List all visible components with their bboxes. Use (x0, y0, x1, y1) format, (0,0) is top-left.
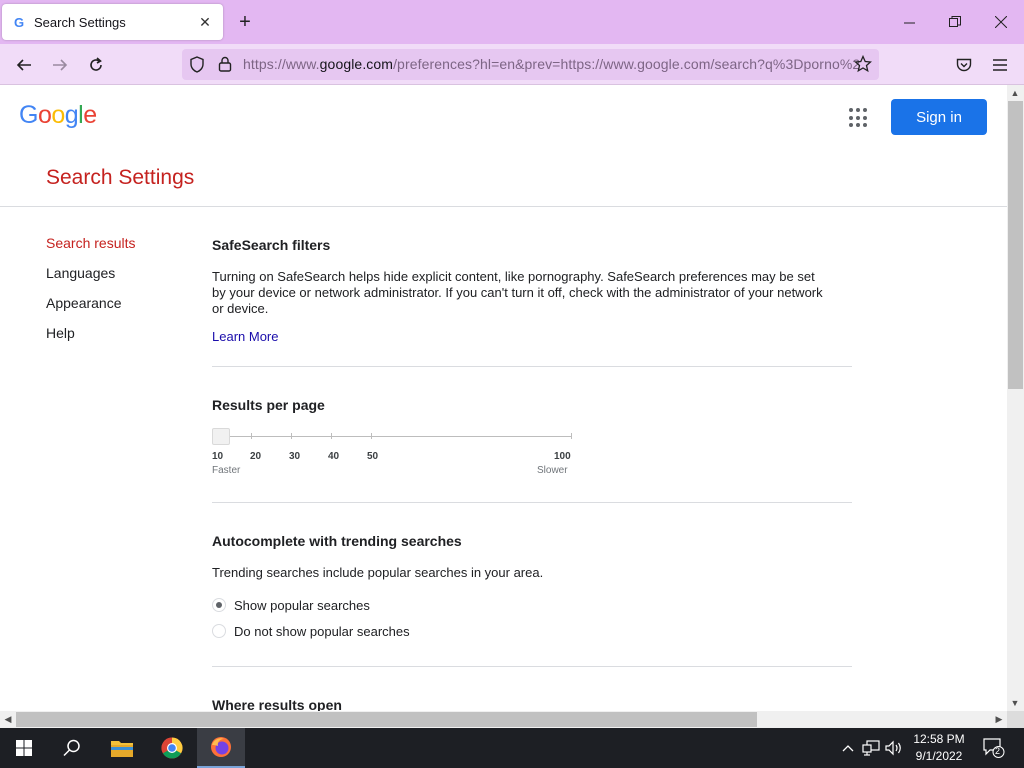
scrollbar-thumb[interactable] (16, 712, 757, 727)
divider (212, 502, 852, 503)
tab-strip: G Search Settings ✕ + (0, 0, 1024, 44)
logo-letter: o (51, 101, 65, 129)
slower-label: Slower (537, 465, 568, 476)
clock-date: 9/1/2022 (915, 749, 963, 763)
slider-value-label: 40 (328, 451, 340, 462)
slider-track[interactable] (221, 436, 572, 437)
slider-handle[interactable] (212, 428, 230, 445)
forward-arrow-icon[interactable] (47, 52, 73, 78)
lock-icon[interactable] (218, 56, 232, 78)
radio-show-popular[interactable]: Show popular searches (212, 595, 370, 615)
back-arrow-icon[interactable] (11, 52, 37, 78)
sidenav-item-help[interactable]: Help (46, 325, 135, 355)
tab-title: Search Settings (34, 14, 126, 30)
close-window-icon[interactable] (986, 8, 1016, 36)
slider-value-label: 10 (212, 451, 224, 462)
notifications-icon[interactable]: 2 (982, 738, 1006, 758)
close-tab-icon[interactable]: ✕ (197, 14, 213, 30)
slider-tick (291, 433, 292, 439)
firefox-icon[interactable] (197, 728, 245, 768)
apps-grid-icon[interactable] (849, 108, 869, 128)
radio-label: Do not show popular searches (234, 623, 410, 639)
google-logo[interactable]: Google (19, 101, 97, 130)
url-text[interactable]: https://www.google.com/preferences?hl=en… (243, 56, 860, 72)
settings-sidenav: Search results Languages Appearance Help (46, 235, 135, 355)
radio-button[interactable] (212, 598, 226, 612)
bookmark-star-icon[interactable] (853, 54, 873, 78)
divider (0, 206, 1007, 207)
scroll-down-icon[interactable]: ▼ (1007, 695, 1023, 711)
slider-tick (571, 433, 572, 439)
navigation-bar: https://www.google.com/preferences?hl=en… (0, 44, 1024, 85)
slider-value-label: 100 (554, 451, 571, 462)
clock-time: 12:58 PM (913, 732, 965, 746)
minimize-icon[interactable] (894, 8, 924, 36)
google-favicon-icon: G (13, 14, 25, 30)
logo-letter: e (83, 101, 97, 129)
scrollbar-thumb[interactable] (1008, 101, 1023, 389)
results-per-page-slider[interactable]: 10 20 30 40 50 100 Faster Slower (212, 428, 572, 488)
divider (212, 666, 852, 667)
scrollbar-corner (1007, 711, 1024, 728)
sidenav-item-appearance[interactable]: Appearance (46, 295, 135, 325)
logo-letter: G (19, 101, 38, 129)
autocomplete-description: Trending searches include popular search… (212, 565, 544, 580)
safesearch-description: Turning on SafeSearch helps hide explici… (212, 269, 823, 316)
volume-icon[interactable] (884, 738, 904, 758)
taskbar: 12:58 PM 9/1/2022 2 (0, 728, 1024, 768)
results-per-page-heading: Results per page (212, 397, 325, 413)
safesearch-heading: SafeSearch filters (212, 237, 331, 253)
page-content: Google Sign in Search Settings Search re… (0, 85, 1007, 711)
logo-letter: g (64, 101, 79, 129)
vertical-scrollbar[interactable]: ▲ ▼ (1007, 85, 1024, 711)
browser-tab[interactable]: G Search Settings ✕ (2, 4, 223, 40)
scroll-right-icon[interactable]: ▶ (991, 711, 1007, 727)
scroll-up-icon[interactable]: ▲ (1007, 85, 1023, 101)
slider-value-label: 20 (250, 451, 262, 462)
slider-value-label: 30 (289, 451, 301, 462)
network-icon[interactable] (861, 738, 881, 758)
learn-more-link[interactable]: Learn More (212, 329, 278, 344)
radio-button[interactable] (212, 624, 226, 638)
reload-icon[interactable] (83, 52, 109, 78)
horizontal-scrollbar[interactable]: ◀ ▶ (0, 711, 1007, 728)
file-explorer-icon[interactable] (98, 728, 146, 768)
sidenav-item-search-results[interactable]: Search results (46, 235, 135, 265)
search-icon[interactable] (48, 728, 96, 768)
slider-tick (331, 433, 332, 439)
windows-start-icon[interactable] (0, 728, 48, 768)
logo-letter: o (37, 101, 52, 129)
chrome-icon[interactable] (148, 728, 196, 768)
sidenav-item-languages[interactable]: Languages (46, 265, 135, 295)
sign-in-button[interactable]: Sign in (891, 99, 987, 135)
page-title: Search Settings (46, 166, 195, 189)
screen: G Search Settings ✕ + https://www.google… (0, 0, 1024, 768)
pocket-icon[interactable] (951, 52, 977, 78)
radio-label: Show popular searches (234, 597, 370, 613)
address-bar[interactable]: https://www.google.com/preferences?hl=en… (182, 49, 879, 80)
chevron-up-icon[interactable] (838, 738, 858, 758)
divider (212, 366, 852, 367)
faster-label: Faster (212, 465, 241, 476)
notification-count: 2 (995, 746, 1001, 756)
slider-tick (371, 433, 372, 439)
restore-icon[interactable] (940, 8, 970, 36)
slider-value-label: 50 (367, 451, 379, 462)
system-clock[interactable]: 12:58 PM 9/1/2022 (908, 731, 970, 765)
shield-icon[interactable] (189, 56, 205, 78)
slider-tick (251, 433, 252, 439)
hamburger-menu-icon[interactable] (987, 52, 1013, 78)
scroll-left-icon[interactable]: ◀ (0, 711, 16, 727)
new-tab-icon[interactable]: + (234, 11, 256, 33)
radio-hide-popular[interactable]: Do not show popular searches (212, 621, 410, 641)
where-results-open-heading: Where results open (212, 697, 342, 711)
autocomplete-heading: Autocomplete with trending searches (212, 533, 462, 549)
